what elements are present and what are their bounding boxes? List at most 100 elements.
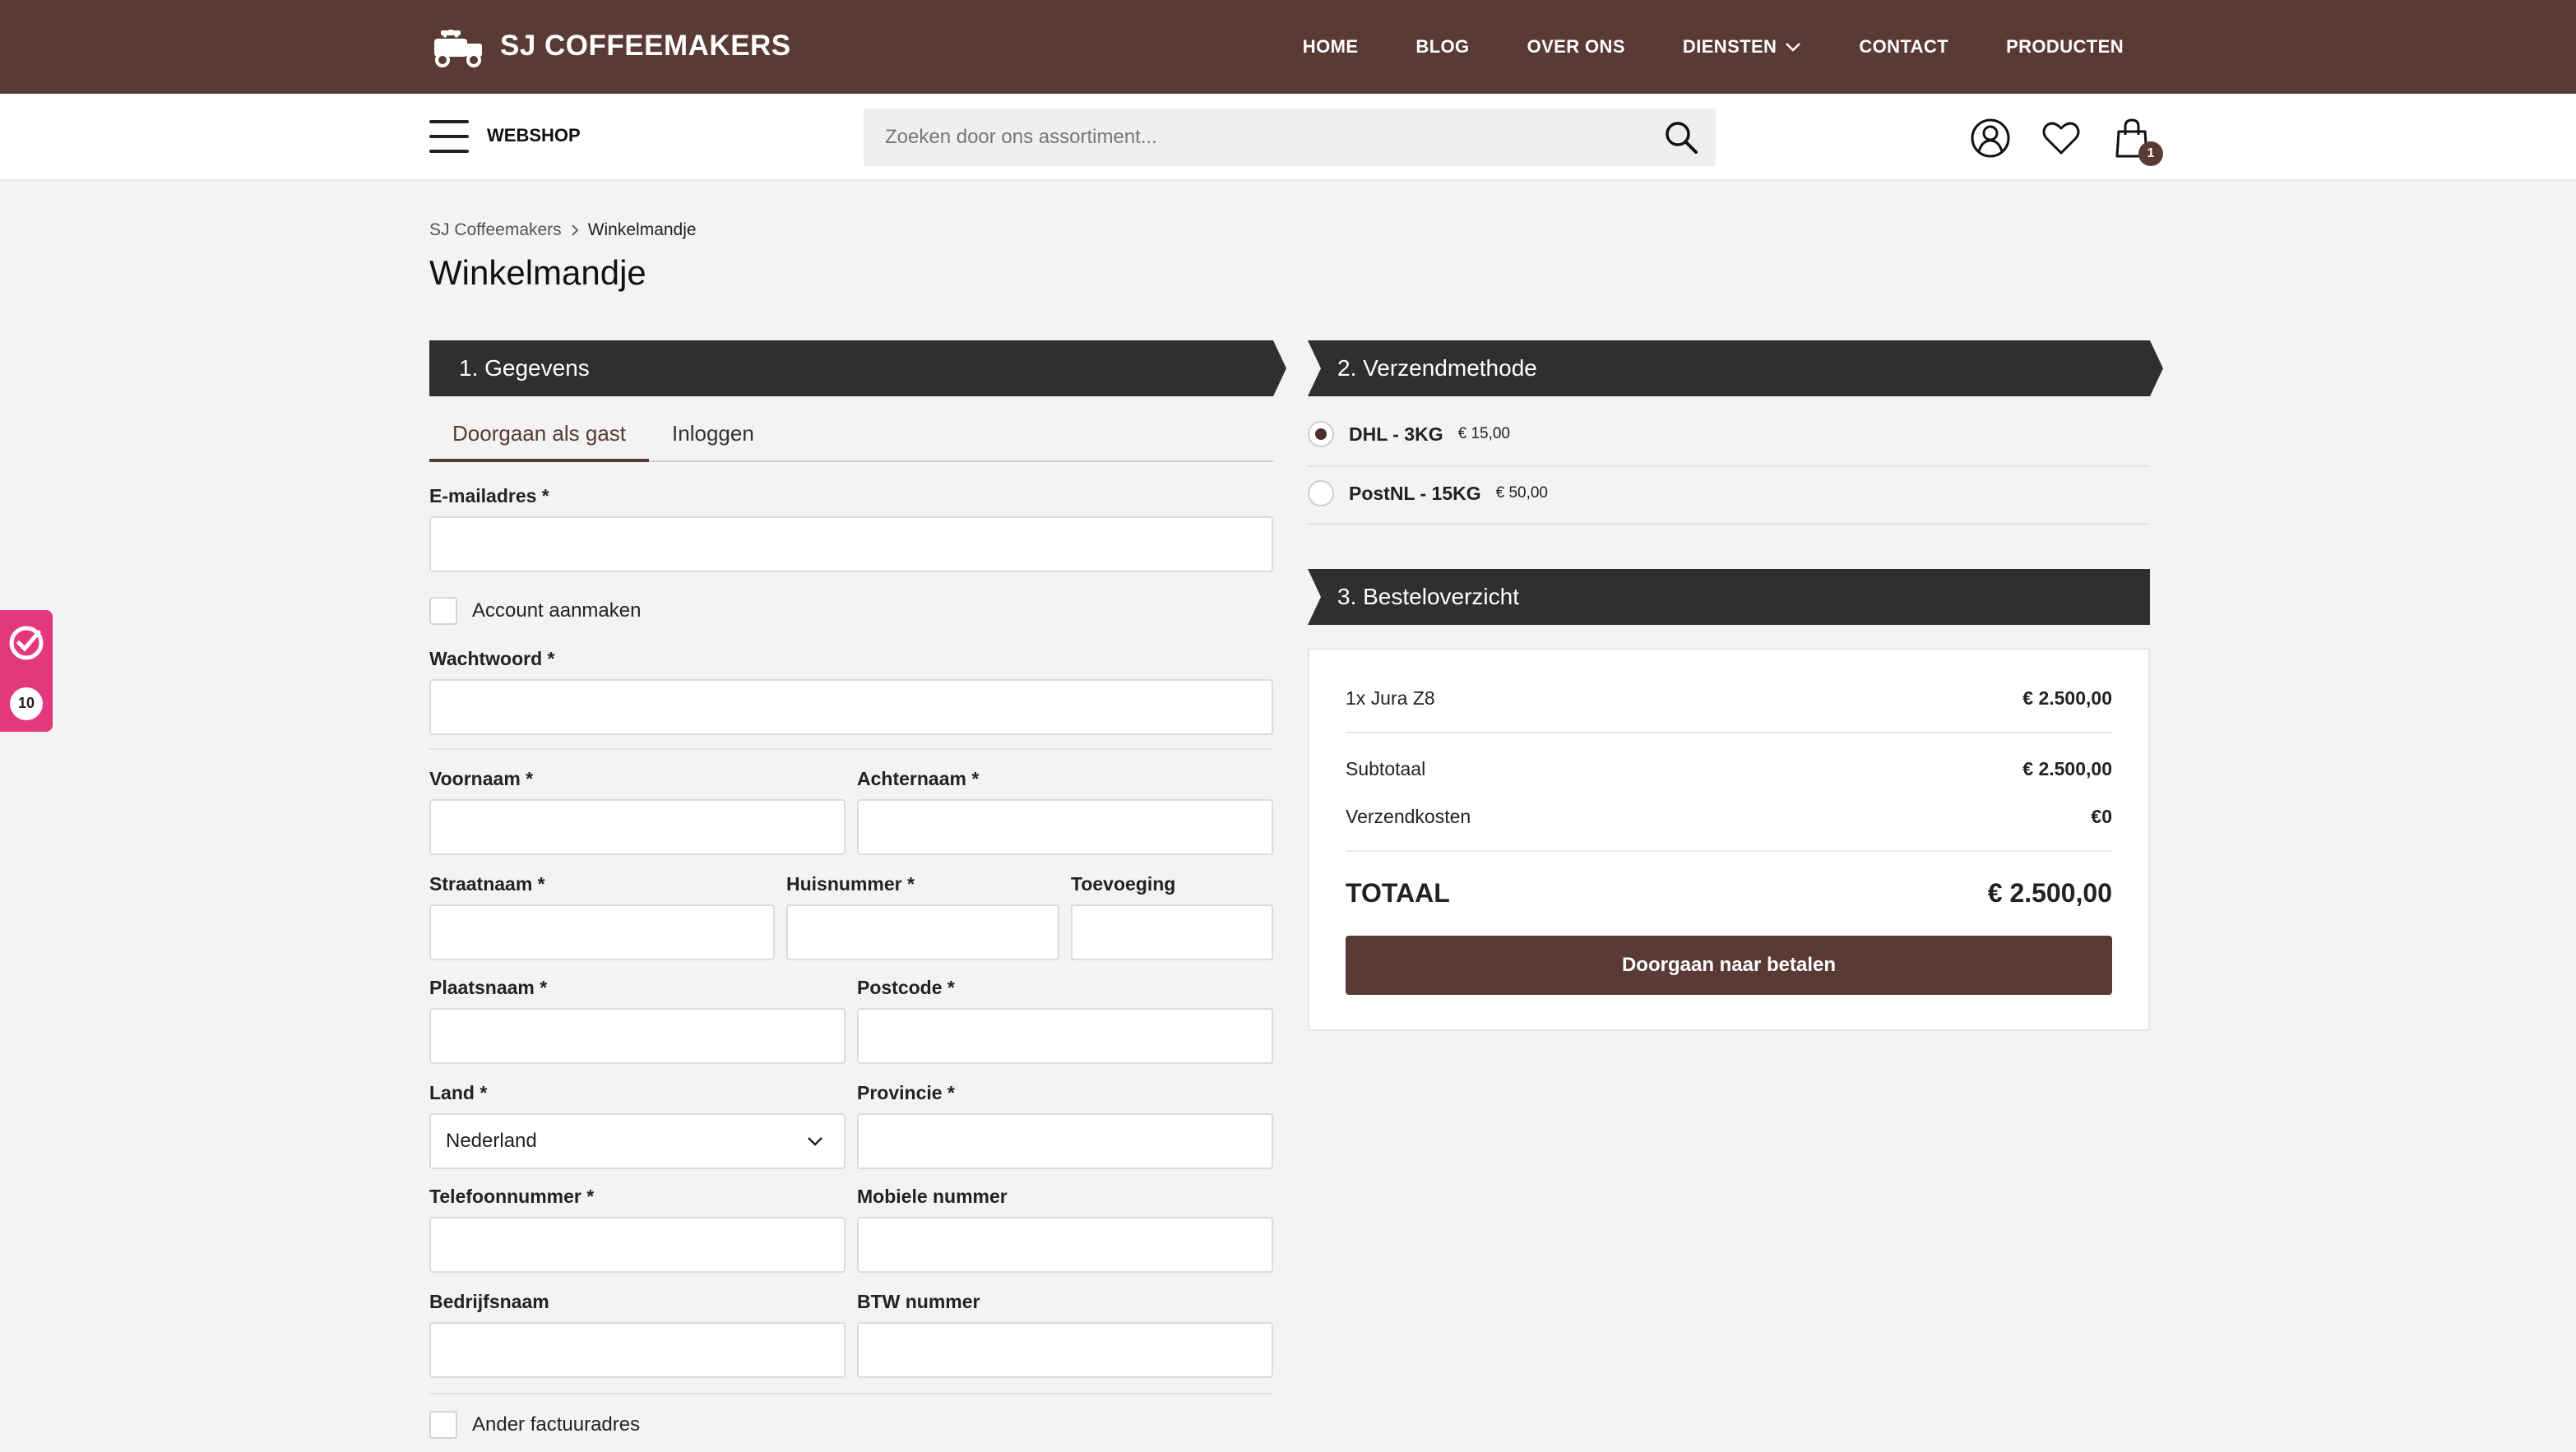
search-bar (864, 109, 1716, 166)
brand-name: SJ COFFEEMAKERS (500, 30, 791, 62)
review-score-badge: 10 (10, 687, 43, 720)
section-header-shipping: 2. Verzendmethode (1308, 340, 2163, 396)
city-wrap (429, 1008, 846, 1064)
tab-guest[interactable]: Doorgaan als gast (429, 416, 650, 462)
shipping-radio-dhl[interactable] (1308, 421, 1334, 447)
shipping-name: PostNL - 15KG (1349, 482, 1481, 504)
company-label: Bedrijfsnaam (429, 1291, 549, 1312)
company-field[interactable] (431, 1324, 844, 1376)
postcode-wrap (857, 1008, 1273, 1064)
proceed-to-payment-button[interactable]: Doorgaan naar betalen (1346, 936, 2112, 995)
nav-diensten[interactable]: DIENSTEN (1683, 36, 1801, 58)
vat-label: BTW nummer (857, 1291, 980, 1312)
other-billing-checkbox[interactable] (429, 1411, 457, 1439)
review-widget[interactable]: 10 (0, 610, 53, 732)
street-field[interactable] (431, 906, 773, 959)
first-name-label: Voornaam * (429, 768, 534, 789)
summary-total-value: € 2.500,00 (1987, 878, 2112, 908)
summary-subtotal-value: € 2.500,00 (2022, 758, 2112, 779)
heart-icon[interactable] (2040, 117, 2083, 160)
cart-button[interactable]: 1 (2110, 117, 2163, 166)
shipping-radio-postnl[interactable] (1308, 480, 1334, 506)
country-select[interactable]: Nederland (429, 1113, 846, 1169)
city-label: Plaatsnaam * (429, 977, 548, 998)
chevron-right-icon (572, 224, 578, 236)
summary-total-label: TOTAAL (1346, 878, 1450, 908)
addition-wrap (1071, 904, 1273, 960)
tab-login[interactable]: Inloggen (649, 416, 777, 462)
first-name-field[interactable] (431, 801, 844, 853)
country-select-value: Nederland (446, 1130, 537, 1152)
breadcrumb-home[interactable]: SJ Coffeemakers (429, 220, 562, 240)
street-label: Straatnaam * (429, 873, 545, 895)
shop-bar: WEBSHOP 1 (0, 94, 2576, 181)
chevron-down-icon (808, 1137, 822, 1146)
password-field[interactable] (431, 681, 1272, 733)
nav-contact[interactable]: CONTACT (1859, 36, 1948, 58)
phone-wrap (429, 1217, 846, 1273)
create-account-checkbox[interactable] (429, 597, 457, 625)
search-input[interactable] (864, 109, 1716, 166)
nav-producten-label: PRODUCTEN (2006, 36, 2124, 57)
user-icon[interactable] (1969, 117, 2012, 160)
main-nav: HOME BLOG OVER ONS DIENSTEN CONTACT PROD… (1303, 0, 2124, 94)
search-icon[interactable] (1663, 119, 1699, 155)
cart-count-badge: 1 (2138, 141, 2163, 166)
nav-over-ons[interactable]: OVER ONS (1527, 36, 1625, 58)
summary-subtotal-label: Subtotaal (1346, 758, 1426, 779)
city-field[interactable] (431, 1010, 844, 1062)
house-number-field[interactable] (788, 906, 1058, 959)
password-label: Wachtwoord * (429, 648, 555, 669)
phone-field[interactable] (431, 1218, 844, 1271)
province-wrap (857, 1113, 1273, 1169)
summary-shipping-row: Verzendkosten €0 (1346, 806, 2112, 828)
phone-label: Telefoonnummer * (429, 1186, 595, 1207)
vat-field[interactable] (859, 1324, 1272, 1376)
summary-total-row: TOTAAL € 2.500,00 (1346, 878, 2112, 909)
street-wrap (429, 904, 775, 960)
shipping-option-postnl[interactable]: PostNL - 15KG € 50,00 (1308, 464, 2150, 523)
house-number-wrap (786, 904, 1059, 960)
email-field-wrap (429, 516, 1273, 572)
chevron-down-icon (1786, 43, 1801, 52)
webshop-menu-label[interactable]: WEBSHOP (487, 125, 581, 146)
coffee-truck-icon (434, 30, 482, 67)
shipping-option-dhl[interactable]: DHL - 3KG € 15,00 (1308, 405, 2150, 464)
shipping-divider (1308, 523, 2150, 525)
last-name-wrap (857, 799, 1273, 855)
province-field[interactable] (859, 1115, 1272, 1168)
addition-label: Toevoeging (1071, 873, 1176, 895)
email-label: E-mailadres * (429, 485, 549, 506)
summary-item-price: € 2.500,00 (2022, 687, 2112, 709)
form-divider (429, 748, 1273, 750)
summary-divider (1346, 732, 2112, 733)
province-label: Provincie * (857, 1082, 955, 1103)
order-summary: 1x Jura Z8 € 2.500,00 Subtotaal € 2.500,… (1308, 648, 2150, 1031)
other-billing-option[interactable]: Ander factuuradres (429, 1411, 640, 1439)
mobile-field[interactable] (859, 1218, 1272, 1271)
checkout-tabs: Doorgaan als gast Inloggen (429, 416, 1273, 462)
summary-subtotal-row: Subtotaal € 2.500,00 (1346, 758, 2112, 780)
brand-logo[interactable]: SJ COFFEEMAKERS (429, 21, 791, 71)
page-title: Winkelmandje (429, 253, 646, 292)
postcode-field[interactable] (859, 1010, 1272, 1062)
country-label: Land * (429, 1082, 488, 1103)
menu-icon[interactable] (429, 120, 469, 153)
create-account-option[interactable]: Account aanmaken (429, 597, 641, 625)
nav-over-ons-label: OVER ONS (1527, 36, 1625, 57)
email-field[interactable] (431, 518, 1272, 571)
addition-field[interactable] (1073, 906, 1272, 959)
last-name-field[interactable] (859, 801, 1272, 853)
nav-home[interactable]: HOME (1303, 36, 1359, 58)
nav-producten[interactable]: PRODUCTEN (2006, 36, 2124, 58)
breadcrumb-current: Winkelmandje (587, 220, 697, 239)
nav-blog-label: BLOG (1415, 36, 1470, 57)
company-wrap (429, 1322, 846, 1378)
nav-home-label: HOME (1302, 36, 1359, 57)
shipping-name: DHL - 3KG (1349, 423, 1443, 445)
other-billing-label: Ander factuuradres (472, 1413, 641, 1436)
account-icons: 1 (1969, 115, 2163, 166)
top-bar: SJ COFFEEMAKERS HOME BLOG OVER ONS DIENS… (0, 0, 2576, 94)
nav-blog[interactable]: BLOG (1415, 36, 1469, 58)
nav-contact-label: CONTACT (1859, 36, 1949, 57)
